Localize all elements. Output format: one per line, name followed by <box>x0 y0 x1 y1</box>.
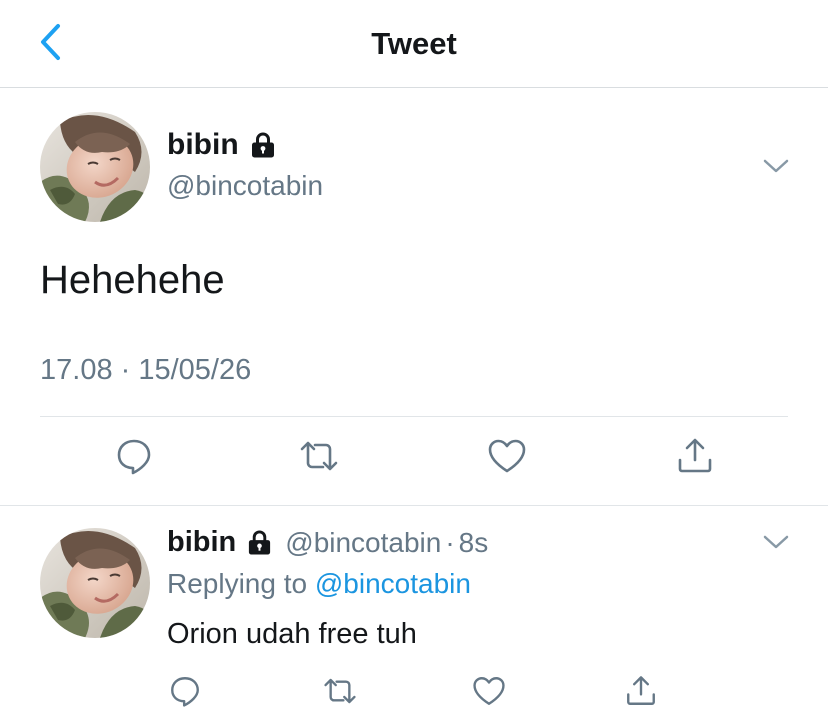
author-display-name[interactable]: bibin <box>167 128 239 162</box>
reply-tweet[interactable]: bibin @bincotabin · 8s Replying to @binc… <box>0 506 828 715</box>
page-title: Tweet <box>371 26 457 61</box>
tweet-text: Hehehehe <box>40 258 225 302</box>
reply-icon <box>168 674 202 713</box>
relative-time[interactable]: 8s <box>459 527 489 559</box>
tweet-timestamp[interactable]: 17.08 · 15/05/26 <box>40 354 251 387</box>
share-icon <box>624 674 658 713</box>
author-row: bibin <box>167 128 277 162</box>
reply-button[interactable] <box>160 668 210 718</box>
retweet-icon <box>296 436 342 481</box>
retweet-icon <box>320 674 360 713</box>
tweet-options-button[interactable] <box>761 158 791 178</box>
top-nav-bar: Tweet <box>0 0 828 88</box>
chevron-down-icon <box>762 158 790 179</box>
like-icon <box>472 674 506 713</box>
tweet-options-button[interactable] <box>761 534 791 554</box>
separator: · <box>445 526 455 558</box>
reply-button[interactable] <box>109 433 159 483</box>
replying-to-handle-link[interactable]: @bincotabin <box>315 568 471 599</box>
tweet-text: Orion udah free tuh <box>167 618 417 650</box>
main-tweet: bibin @bincotabin Hehehehe 17.08 · 15/05… <box>0 88 828 506</box>
replying-to-label: Replying to <box>167 568 308 599</box>
lock-icon <box>246 529 273 556</box>
like-button[interactable] <box>482 433 532 483</box>
avatar[interactable] <box>40 528 150 638</box>
share-icon <box>675 436 715 481</box>
chevron-down-icon <box>762 534 790 555</box>
reply-author-row: bibin @bincotabin · 8s <box>167 526 488 559</box>
avatar[interactable] <box>40 112 150 222</box>
author-display-name[interactable]: bibin <box>167 526 236 559</box>
share-button[interactable] <box>616 668 666 718</box>
divider <box>40 416 788 417</box>
retweet-button[interactable] <box>315 668 365 718</box>
lock-icon <box>249 131 277 159</box>
reply-icon <box>114 436 154 481</box>
share-button[interactable] <box>670 433 720 483</box>
author-handle[interactable]: @bincotabin <box>167 170 323 202</box>
replying-to: Replying to @bincotabin <box>167 568 471 600</box>
author-handle[interactable]: @bincotabin <box>285 527 441 559</box>
retweet-button[interactable] <box>294 433 344 483</box>
like-icon <box>487 436 527 481</box>
like-button[interactable] <box>464 668 514 718</box>
